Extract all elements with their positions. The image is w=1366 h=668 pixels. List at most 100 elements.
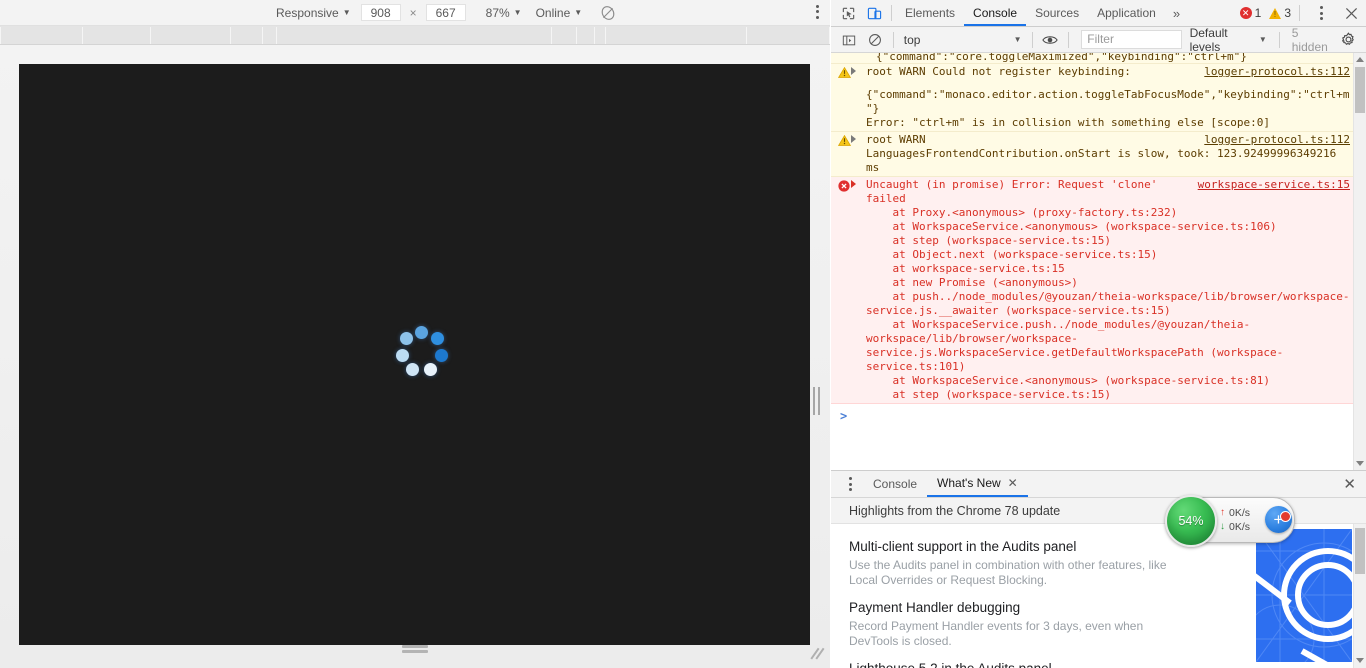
resize-handle-icon[interactable] [402, 645, 428, 654]
console-message[interactable]: Uncaught (in promise) Error: Request 'cl… [831, 177, 1366, 404]
tab-application[interactable]: Application [1088, 0, 1165, 26]
zoom-dropdown[interactable]: 87% ▼ [482, 4, 526, 22]
drawer-menu-button[interactable] [837, 472, 863, 496]
viewport-area [0, 45, 830, 668]
download-rate-label: 0K/s [1229, 521, 1251, 533]
console-message-detail: {"command":"monaco.editor.action.toggleT… [866, 88, 1350, 129]
console-filter-input[interactable]: Filter [1081, 30, 1182, 49]
tab-sources[interactable]: Sources [1026, 0, 1088, 26]
more-vertical-icon [848, 477, 852, 491]
drawer-tab-console[interactable]: Console [863, 471, 927, 497]
whats-new-item-desc: Record Payment Handler events for 3 days… [849, 619, 1144, 648]
drawer-close-button[interactable]: ✕ [1333, 475, 1366, 493]
list-item[interactable]: Payment Handler debugging Record Payment… [849, 599, 1179, 649]
warning-counter[interactable]: 3 [1269, 6, 1291, 20]
chevron-down-icon: ▼ [1258, 34, 1267, 44]
device-emulation-pane: Responsive ▼ 908 × 667 87% ▼ Online ▼ [0, 0, 830, 668]
cpu-usage-gauge[interactable]: 54% [1165, 495, 1217, 547]
system-monitor-widget[interactable]: 54% ↑ ↓ 0K/s 0K/s + [1165, 495, 1295, 547]
inspect-element-icon[interactable] [835, 1, 861, 25]
hidden-messages-count: 5 hidden [1291, 25, 1328, 54]
whats-new-item-desc: Use the Audits panel in combination with… [849, 558, 1167, 587]
console-message[interactable]: root WARN logger-protocol.ts:112 Languag… [831, 132, 1366, 177]
viewport-width-input[interactable]: 908 [360, 4, 401, 21]
execution-context-selector[interactable]: top ▼ [900, 33, 1026, 47]
drawer-tab-label: What's New [937, 476, 1001, 490]
console-message-source[interactable]: logger-protocol.ts:112 [1204, 65, 1350, 79]
scroll-down-icon[interactable] [1356, 461, 1364, 466]
live-expression-icon[interactable] [1038, 28, 1062, 52]
zoom-label: 87% [485, 5, 510, 20]
more-vertical-icon [1319, 6, 1323, 20]
list-item[interactable]: Multi-client support in the Audits panel… [849, 538, 1179, 588]
whats-new-item-title[interactable]: Multi-client support in the Audits panel [849, 538, 1179, 556]
dimension-separator: × [409, 5, 417, 20]
add-circle-icon[interactable]: + [1265, 506, 1292, 533]
devtools-panel: Elements Console Sources Application » ✕… [831, 0, 1366, 668]
resize-corner-icon[interactable] [810, 647, 825, 661]
scrollbar-thumb[interactable] [1355, 528, 1365, 574]
console-sidebar-icon[interactable] [837, 28, 861, 52]
devtools-tabbar: Elements Console Sources Application » ✕… [831, 0, 1366, 27]
upload-arrow-icon: ↑ [1220, 507, 1225, 518]
warning-count-label: 3 [1284, 6, 1291, 20]
device-preset-label: Responsive [276, 5, 339, 20]
upload-rate-label: 0K/s [1229, 507, 1251, 519]
network-throttling-dropdown[interactable]: Online ▼ [532, 4, 587, 22]
console-scrollbar[interactable] [1353, 53, 1366, 470]
close-icon[interactable]: ✕ [1008, 470, 1018, 496]
error-counter[interactable]: ✕ 1 [1239, 6, 1262, 20]
scroll-up-icon[interactable] [1356, 57, 1364, 62]
more-tabs-button[interactable]: » [1165, 6, 1188, 21]
warning-triangle-icon [838, 67, 851, 78]
issue-counters[interactable]: ✕ 1 3 [1239, 1, 1366, 25]
error-circle-icon [838, 180, 850, 192]
whats-new-item-title[interactable]: Lighthouse 5.2 in the Audits panel [849, 660, 1179, 668]
devtools-drawer: Console What's New ✕ ✕ Highlights from t… [831, 470, 1366, 668]
console-message-source[interactable]: logger-protocol.ts:112 [1204, 133, 1350, 147]
splitter-drag-icon[interactable] [812, 387, 822, 415]
tab-console[interactable]: Console [964, 0, 1027, 26]
whats-new-body[interactable]: Multi-client support in the Audits panel… [831, 524, 1366, 668]
error-count-label: 1 [1254, 6, 1262, 20]
device-toolbar-more-button[interactable] [816, 4, 820, 21]
console-message-detail: LanguagesFrontendContribution.onStart is… [866, 147, 1337, 174]
toggle-device-toolbar-icon[interactable] [861, 1, 887, 25]
console-prompt[interactable]: > [831, 404, 1366, 444]
error-circle-icon: ✕ [1239, 7, 1252, 19]
log-levels-label: Default levels [1189, 25, 1228, 54]
console-message[interactable]: root WARN Could not register keybinding:… [831, 64, 1366, 132]
notification-badge [1280, 511, 1291, 522]
devtools-main-menu-button[interactable] [1308, 1, 1334, 25]
clear-console-icon[interactable] [863, 28, 887, 52]
console-message-source[interactable]: workspace-service.ts:15 [1198, 178, 1350, 192]
drawer-tab-label: Console [873, 477, 918, 491]
toolbar-divider [1031, 31, 1033, 48]
whats-new-item-title[interactable]: Payment Handler debugging [849, 599, 1179, 617]
devtools-close-button[interactable] [1338, 1, 1364, 25]
viewport-ruler [0, 26, 830, 45]
expand-arrow-icon[interactable] [851, 135, 856, 143]
list-item[interactable]: Lighthouse 5.2 in the Audits panel [849, 660, 1179, 668]
drawer-tab-whats-new[interactable]: What's New ✕ [927, 471, 1028, 497]
loading-spinner-icon [396, 326, 448, 378]
viewport-height-input[interactable]: 667 [425, 4, 466, 21]
expand-arrow-icon[interactable] [851, 67, 856, 75]
scrollbar-thumb[interactable] [1355, 67, 1365, 113]
download-arrow-icon: ↓ [1220, 521, 1225, 532]
no-throttling-icon[interactable] [600, 5, 616, 21]
gear-icon[interactable] [1336, 28, 1360, 52]
console-message-list[interactable]: {"command":"core.toggleMaximized","keybi… [831, 53, 1366, 470]
network-throttling-label: Online [535, 5, 571, 20]
rate-arrows: ↑ ↓ [1220, 507, 1225, 532]
device-preset-dropdown[interactable]: Responsive ▼ [272, 4, 355, 22]
scroll-down-icon[interactable] [1356, 658, 1364, 663]
tab-elements[interactable]: Elements [896, 0, 964, 26]
page-viewport[interactable] [19, 64, 810, 645]
console-message[interactable]: {"command":"core.toggleMaximized","keybi… [831, 53, 1366, 64]
rate-values: 0K/s 0K/s [1229, 507, 1251, 533]
log-levels-selector[interactable]: Default levels ▼ [1184, 26, 1273, 54]
toolbar-divider [1278, 31, 1280, 48]
expand-arrow-icon[interactable] [851, 180, 856, 188]
whats-new-scrollbar[interactable] [1353, 524, 1366, 668]
